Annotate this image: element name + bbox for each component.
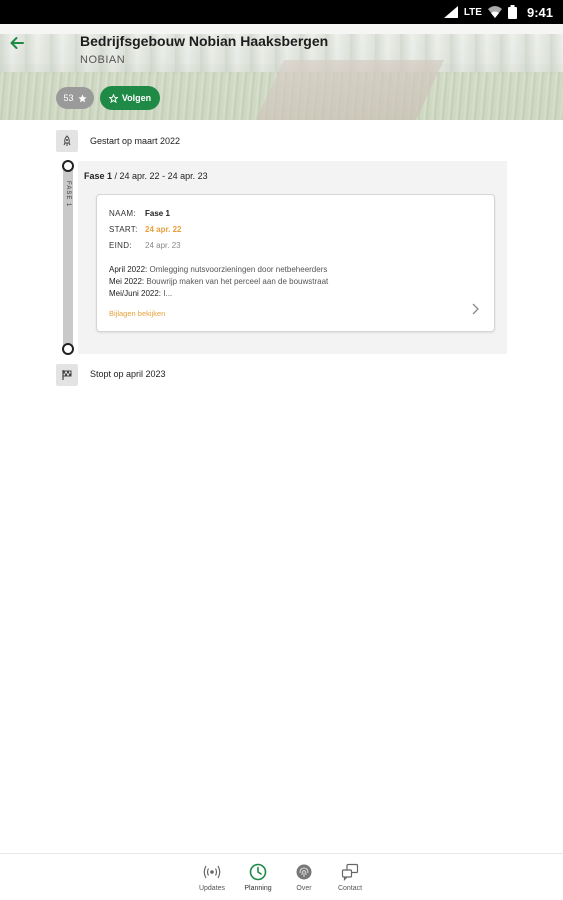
note-line: April 2022: Omlegging nutsvoorzieningen …	[109, 265, 328, 274]
timeline-end-label: Stopt op april 2023	[90, 369, 166, 379]
phase-name: Fase 1	[84, 171, 113, 181]
page-title: Bedrijfsgebouw Nobian Haaksbergen	[80, 33, 329, 49]
phase-start-row: START: 24 apr. 22	[109, 225, 181, 234]
wifi-icon	[487, 6, 502, 18]
phase-heading: Fase 1 / 24 apr. 22 - 24 apr. 23	[84, 171, 208, 181]
phase-card[interactable]: NAAM: Fase 1 START: 24 apr. 22 EIND: 24 …	[96, 194, 495, 332]
battery-icon	[507, 5, 517, 19]
follow-label: Volgen	[121, 93, 152, 103]
back-button[interactable]	[6, 32, 28, 54]
rocket-icon	[56, 130, 78, 152]
start-value: 24 apr. 22	[145, 225, 182, 234]
nav-over[interactable]: Over	[284, 862, 324, 892]
broadcast-icon	[202, 862, 222, 882]
nav-planning[interactable]: Planning	[238, 862, 278, 892]
phase-end-dot	[62, 343, 74, 355]
phase-date-range: / 24 apr. 22 - 24 apr. 23	[112, 171, 208, 181]
phase-name-row: NAAM: Fase 1	[109, 209, 170, 218]
followers-count: 53	[63, 93, 74, 103]
signal-icon	[443, 6, 458, 18]
nav-updates[interactable]: Updates	[192, 862, 232, 892]
note-line: Mei 2022: Bouwrijp maken van het perceel…	[109, 277, 329, 286]
contact-icon	[340, 862, 360, 882]
arrow-left-icon	[10, 37, 24, 49]
end-value: 24 apr. 23	[145, 241, 181, 250]
name-value: Fase 1	[145, 209, 170, 218]
nav-over-label: Over	[296, 885, 312, 892]
follow-button[interactable]: Volgen	[100, 86, 160, 110]
phase-start-dot	[62, 160, 74, 172]
nav-contact[interactable]: Contact	[330, 862, 370, 892]
nav-contact-label: Contact	[337, 885, 363, 892]
clock: 9:41	[526, 4, 553, 20]
nav-planning-label: Planning	[244, 885, 272, 892]
phase-notes: April 2022: Omlegging nutsvoorzieningen …	[109, 264, 328, 300]
timeline-start-label: Gestart op maart 2022	[90, 136, 181, 146]
clock-icon	[248, 862, 268, 882]
attachments-link[interactable]: Bijlagen bekijken	[109, 309, 165, 318]
network-type: LTE	[463, 6, 482, 18]
note-line: Mei/Juni 2022: I...	[109, 289, 173, 298]
star-icon	[77, 93, 87, 102]
name-key: NAAM:	[109, 209, 136, 218]
bottom-navigation: Updates Planning Over Contact	[0, 853, 563, 900]
status-bar: LTE 9:41	[0, 0, 563, 24]
fingerprint-icon	[294, 862, 314, 882]
end-key: EIND:	[109, 241, 132, 250]
chevron-right-icon	[472, 303, 479, 315]
start-key: START:	[109, 225, 138, 234]
page-subtitle: NOBIAN	[80, 54, 126, 66]
phase-end-row: EIND: 24 apr. 23	[109, 241, 181, 250]
nav-updates-label: Updates	[198, 885, 226, 892]
followers-badge: 53	[56, 87, 94, 109]
flag-icon	[56, 364, 78, 386]
star-outline-icon	[108, 93, 118, 103]
phase-rail-label: FASE 1	[65, 181, 71, 208]
